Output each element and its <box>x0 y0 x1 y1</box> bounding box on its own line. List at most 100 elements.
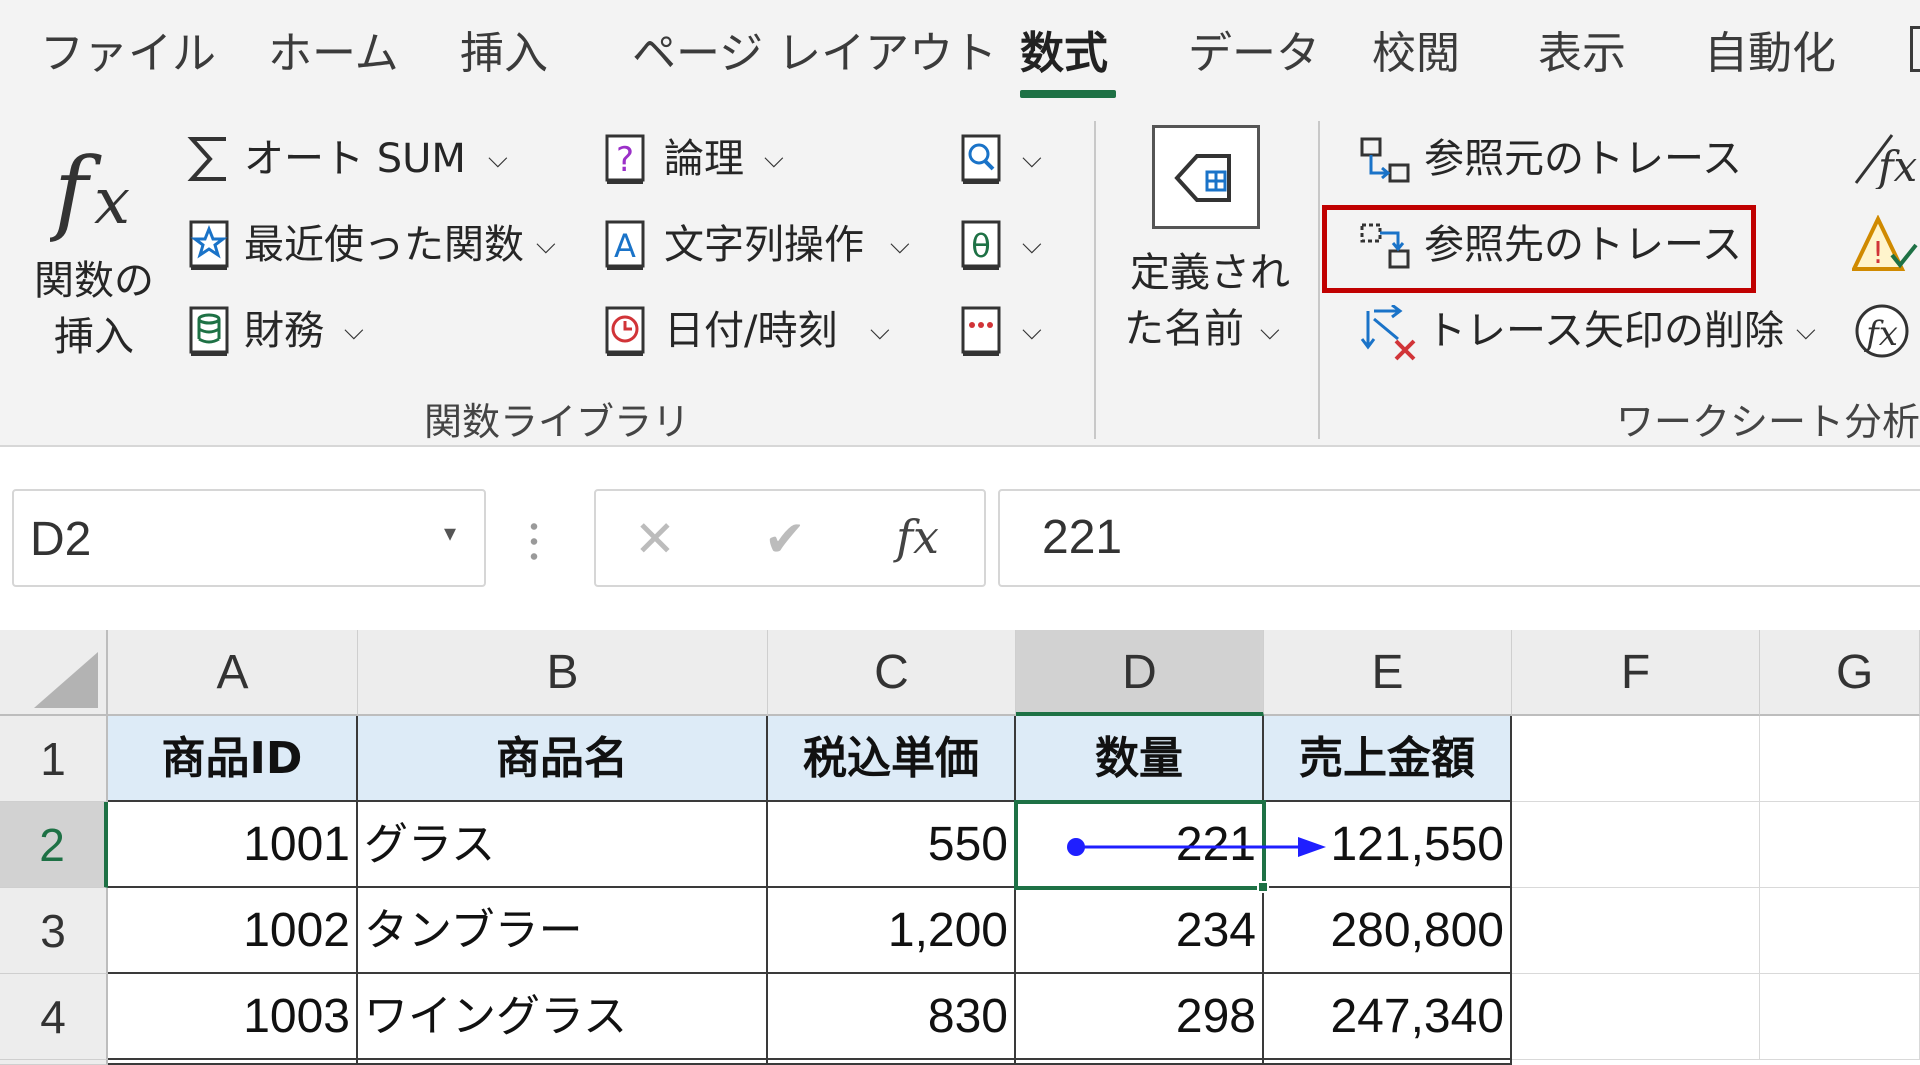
insert-function-label-2: 挿入 <box>54 314 134 360</box>
cell-a2[interactable]: 1001 <box>108 802 358 888</box>
tab-automate[interactable]: 自動化 <box>1704 24 1836 84</box>
column-header-f[interactable]: F <box>1512 630 1760 716</box>
insert-function-icon[interactable]: fx <box>896 507 939 567</box>
cell-b4[interactable]: ワイングラス <box>358 974 768 1060</box>
cell-d1[interactable]: 数量 <box>1016 716 1264 802</box>
row-header-5[interactable] <box>0 1060 108 1065</box>
column-header-g[interactable]: G <box>1760 630 1920 716</box>
logical-label: 論理 <box>664 136 744 182</box>
insert-function-button[interactable]: f x 関数の 挿入 <box>30 125 160 375</box>
cell-c4[interactable]: 830 <box>768 974 1016 1060</box>
chevron-down-icon: ⌵ <box>488 144 508 174</box>
cell-e5[interactable] <box>1264 1060 1512 1065</box>
select-all-corner[interactable] <box>0 630 108 716</box>
cell-f3[interactable] <box>1512 888 1760 974</box>
name-box[interactable]: D2 ▾ <box>12 489 486 587</box>
sigma-icon <box>187 137 226 181</box>
cell-c3[interactable]: 1,200 <box>768 888 1016 974</box>
column-header-e[interactable]: E <box>1264 630 1512 716</box>
cell-g2[interactable] <box>1760 802 1920 888</box>
autosum-label: オート SUM <box>244 136 466 182</box>
lookup-book-icon <box>961 134 1001 184</box>
tab-file[interactable]: ファイル <box>40 24 216 84</box>
cell-b5[interactable] <box>358 1060 768 1065</box>
cell-f2[interactable] <box>1512 802 1760 888</box>
recent-functions-label: 最近使った関数 <box>244 222 524 268</box>
row-header-1[interactable]: 1 <box>0 716 108 802</box>
column-header-d[interactable]: D <box>1016 630 1264 716</box>
fill-handle[interactable] <box>1257 881 1269 893</box>
cell-e4[interactable]: 247,340 <box>1264 974 1512 1060</box>
name-box-value: D2 <box>30 513 92 566</box>
error-checking-icon[interactable]: ! <box>1852 215 1920 275</box>
cell-d4[interactable]: 298 <box>1016 974 1264 1060</box>
cell-a4[interactable]: 1003 <box>108 974 358 1060</box>
tab-page-layout[interactable]: ページ レイアウト <box>632 24 997 84</box>
cancel-icon[interactable]: ✕ <box>634 509 676 569</box>
formula-buttons-box: ✕ ✔ fx <box>594 489 986 587</box>
evaluate-formula-icon[interactable]: fx <box>1852 301 1920 361</box>
tab-insert[interactable]: 挿入 <box>460 24 548 84</box>
group-separator <box>1094 121 1096 439</box>
enter-icon[interactable]: ✔ <box>764 509 806 569</box>
more-functions-button[interactable]: ⌵ <box>958 303 1058 359</box>
tab-formulas[interactable]: 数式 <box>1020 24 1108 84</box>
autosum-button[interactable]: オート SUM ⌵ <box>182 131 522 187</box>
lookup-reference-button[interactable]: ⌵ <box>958 131 1058 187</box>
tab-home[interactable]: ホーム <box>268 24 399 84</box>
trace-arrow <box>1067 837 1326 857</box>
cell-g1[interactable] <box>1760 716 1920 802</box>
cell-f4[interactable] <box>1512 974 1760 1060</box>
formula-input[interactable]: 221 <box>998 489 1920 587</box>
column-header-a[interactable]: A <box>108 630 358 716</box>
show-formulas-icon[interactable]: fx <box>1852 129 1920 189</box>
defined-names-label-2: た名前 <box>1124 306 1244 352</box>
cell-g4[interactable] <box>1760 974 1920 1060</box>
cell-d5[interactable] <box>1016 1060 1264 1065</box>
active-tab-indicator <box>1020 90 1116 98</box>
cell-f1[interactable] <box>1512 716 1760 802</box>
cell-b3[interactable]: タンブラー <box>358 888 768 974</box>
trace-dependents-button[interactable]: 参照先のトレース <box>1352 217 1742 273</box>
cell-g3[interactable] <box>1760 888 1920 974</box>
column-header-c[interactable]: C <box>768 630 1016 716</box>
formula-value: 221 <box>1042 511 1123 564</box>
row-header-4[interactable]: 4 <box>0 974 108 1060</box>
trace-arrow-head <box>1298 837 1326 857</box>
tab-view[interactable]: 表示 <box>1538 24 1626 84</box>
cell-a5[interactable] <box>108 1060 358 1065</box>
svg-text:fx: fx <box>1863 314 1898 354</box>
math-trig-button[interactable]: θ ⌵ <box>958 217 1058 273</box>
cell-e1[interactable]: 売上金額 <box>1264 716 1512 802</box>
tab-data[interactable]: データ <box>1188 24 1320 84</box>
logical-button[interactable]: ? 論理 ⌵ <box>600 131 800 187</box>
group-label-formula-auditing: ワークシート分析 <box>1616 400 1920 444</box>
svg-text:?: ? <box>616 140 634 180</box>
name-box-dropdown-icon[interactable]: ▾ <box>444 519 456 547</box>
defined-names-button[interactable]: 定義され た名前 ⌵ <box>1120 119 1290 379</box>
cell-a3[interactable]: 1002 <box>108 888 358 974</box>
trace-precedents-button[interactable]: 参照元のトレース <box>1352 131 1742 187</box>
row-header-3[interactable]: 3 <box>0 888 108 974</box>
formula-bar-area: D2 ▾ ✕ ✔ fx 221 <box>0 447 1920 607</box>
text-functions-button[interactable]: A 文字列操作 ⌵ <box>600 217 930 273</box>
formula-bar-grip-icon[interactable] <box>530 519 538 563</box>
recent-functions-button[interactable]: 最近使った関数 ⌵ <box>182 217 562 273</box>
cell-b1[interactable]: 商品名 <box>358 716 768 802</box>
question-book-icon: ? <box>605 134 645 184</box>
chevron-down-icon: ⌵ <box>1022 316 1042 346</box>
datetime-button[interactable]: 日付/時刻 ⌵ <box>600 303 910 359</box>
column-header-b[interactable]: B <box>358 630 768 716</box>
cell-d3[interactable]: 234 <box>1016 888 1264 974</box>
cell-b2[interactable]: グラス <box>358 802 768 888</box>
cell-e3[interactable]: 280,800 <box>1264 888 1512 974</box>
tab-review[interactable]: 校閲 <box>1372 24 1460 84</box>
cell-c2[interactable]: 550 <box>768 802 1016 888</box>
financial-button[interactable]: 財務 ⌵ <box>182 303 382 359</box>
financial-book-icon <box>189 306 229 356</box>
remove-arrows-button[interactable]: トレース矢印の削除 ⌵ <box>1352 303 1832 361</box>
cell-c5[interactable] <box>768 1060 1016 1065</box>
cell-a1[interactable]: 商品ID <box>108 716 358 802</box>
cell-c1[interactable]: 税込単価 <box>768 716 1016 802</box>
row-header-2[interactable]: 2 <box>0 802 108 888</box>
